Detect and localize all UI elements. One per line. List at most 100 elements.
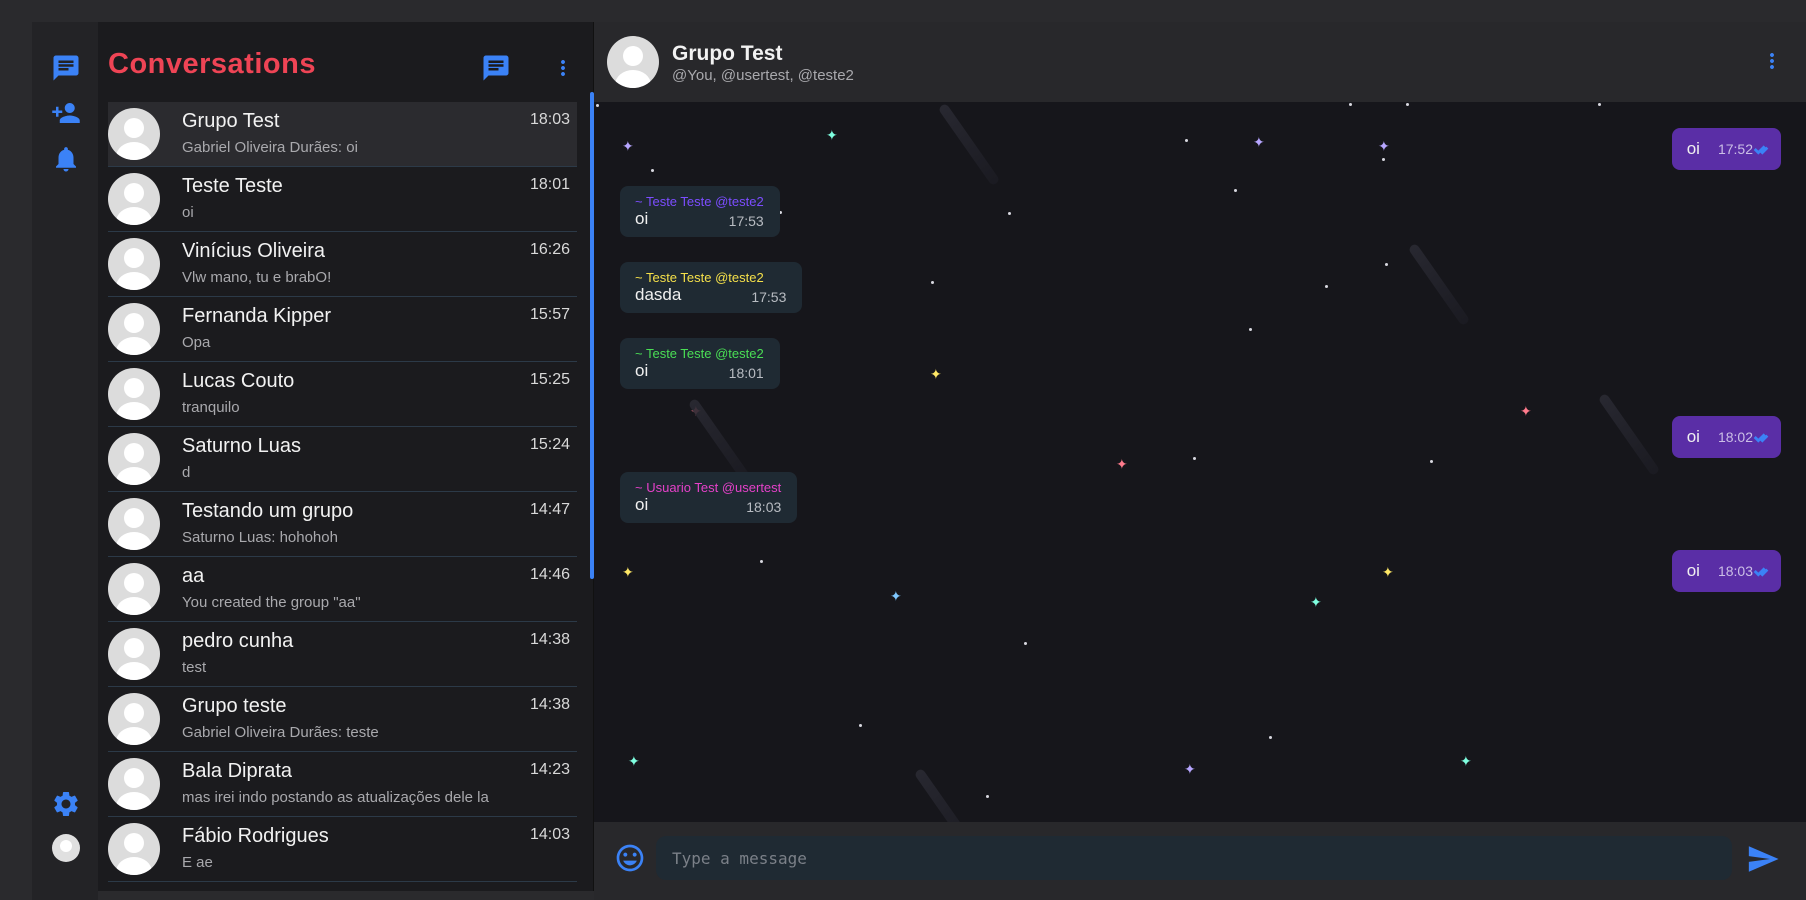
message-sender: ~ Teste Teste @teste2 xyxy=(635,270,764,285)
conversation-name: Lucas Couto xyxy=(182,370,295,392)
send-icon[interactable] xyxy=(1746,842,1780,876)
conversation-preview: tranquilo xyxy=(182,399,240,416)
read-receipt-icon xyxy=(1753,431,1769,443)
conversation-time: 18:03 xyxy=(529,111,570,128)
conversation-item[interactable]: Grupo Test Gabriel Oliveira Durães: oi 18:… xyxy=(108,102,577,167)
conversations-panel: Conversations Grupo Test Gabriel Oliveira… xyxy=(98,22,594,891)
conversation-avatar xyxy=(108,823,160,875)
message-time: 17:53 xyxy=(728,213,764,229)
message-text: oi xyxy=(1686,139,1700,158)
conversation-avatar xyxy=(108,303,160,355)
emoji-icon[interactable] xyxy=(614,842,646,874)
outgoing-message[interactable]: oi 17:52 xyxy=(1671,128,1781,170)
message-text: oi xyxy=(1686,561,1700,580)
conversation-name: aa xyxy=(182,565,205,587)
conversation-item[interactable]: Fábio Rodrigues E ae 14:03 xyxy=(108,817,577,882)
bell-icon[interactable] xyxy=(50,143,82,175)
conversations-title: Conversations xyxy=(108,48,316,80)
chat-more-options-icon[interactable] xyxy=(1760,46,1784,76)
conversation-name: Bala Diprata xyxy=(182,760,293,782)
message-composer xyxy=(594,822,1806,900)
conversation-avatar xyxy=(108,498,160,550)
message-text: oi xyxy=(635,495,649,514)
incoming-message[interactable]: ~ Teste Teste @teste2 oi 18:01 xyxy=(620,338,780,389)
message-area[interactable]: ✦✦✦✦✦✦✦✦✦✦✦✦✦✦✦ oi17:52~ Teste Teste @te… xyxy=(594,102,1806,822)
conversation-item[interactable]: Saturno Luas d 15:24 xyxy=(108,427,577,492)
conversation-time: 14:03 xyxy=(529,826,570,843)
outgoing-message[interactable]: oi 18:03 xyxy=(1671,550,1781,592)
message-text: oi xyxy=(635,209,649,228)
conversation-time: 14:23 xyxy=(529,761,570,778)
conversation-preview: Gabriel Oliveira Durães: oi xyxy=(182,139,358,156)
group-avatar[interactable] xyxy=(607,36,659,88)
conversation-item[interactable]: Grupo teste Gabriel Oliveira Durães: test… xyxy=(108,687,577,752)
conversation-preview: E ae xyxy=(182,854,213,871)
chat-icon[interactable] xyxy=(50,52,82,84)
message-time: 18:02 xyxy=(1717,429,1753,445)
user-avatar[interactable] xyxy=(52,834,80,862)
conversation-preview: oi xyxy=(182,204,194,221)
chat-title: Grupo Test xyxy=(672,42,783,65)
message-sender: ~ Usuario Test @usertest xyxy=(635,480,782,495)
conversation-name: Testando um grupo xyxy=(182,500,354,522)
conversation-item[interactable]: Bala Diprata mas irei indo postando as at… xyxy=(108,752,577,817)
conversation-avatar xyxy=(108,368,160,420)
message-input[interactable] xyxy=(656,836,1732,880)
conversation-avatar xyxy=(108,628,160,680)
conversation-time: 16:26 xyxy=(529,241,570,258)
message-text: oi xyxy=(635,361,649,380)
conversation-avatar xyxy=(108,758,160,810)
conversation-time: 14:47 xyxy=(529,501,570,518)
conversation-item[interactable]: Lucas Couto tranquilo 15:25 xyxy=(108,362,577,427)
read-receipt-icon xyxy=(1753,143,1769,155)
conversation-name: Fernanda Kipper xyxy=(182,305,331,327)
message-sender: ~ Teste Teste @teste2 xyxy=(635,346,764,361)
add-person-icon[interactable] xyxy=(50,97,82,129)
conversation-avatar xyxy=(108,693,160,745)
conversation-avatar xyxy=(108,238,160,290)
conversation-preview: d xyxy=(182,464,191,481)
conversation-preview: Gabriel Oliveira Durães: teste xyxy=(182,724,379,741)
gear-icon[interactable] xyxy=(50,788,82,820)
conversation-item[interactable]: aa You created the group "aa" 14:46 xyxy=(108,557,577,622)
conversation-item[interactable]: Fernanda Kipper Opa 15:57 xyxy=(108,297,577,362)
conversation-time: 14:38 xyxy=(529,696,570,713)
conversation-preview: Vlw mano, tu e brabO! xyxy=(182,269,332,286)
conversation-avatar xyxy=(108,108,160,160)
message-time: 18:01 xyxy=(728,365,764,381)
conversation-preview: mas irei indo postando as atualizações d… xyxy=(182,789,489,806)
conversation-preview: test xyxy=(182,659,207,676)
conversation-name: Vinícius Oliveira xyxy=(182,240,326,262)
conversation-name: Saturno Luas xyxy=(182,435,301,457)
conversation-item[interactable]: Vinícius Oliveira Vlw mano, tu e brabO! 16… xyxy=(108,232,577,297)
conversation-name: Grupo Test xyxy=(182,110,280,132)
conversation-time: 14:46 xyxy=(529,566,570,583)
conversation-item[interactable]: Testando um grupo Saturno Luas: hohohoh 14… xyxy=(108,492,577,557)
conversation-avatar xyxy=(108,173,160,225)
read-receipt-icon xyxy=(1753,565,1769,577)
conversation-name: pedro cunha xyxy=(182,630,294,652)
conversation-time: 15:25 xyxy=(529,371,570,388)
conversations-header: Conversations xyxy=(98,22,593,102)
chat-header: Grupo Test @You, @usertest, @teste2 xyxy=(594,22,1806,103)
incoming-message[interactable]: ~ Usuario Test @usertest oi 18:03 xyxy=(620,472,798,523)
new-chat-icon[interactable] xyxy=(480,52,512,84)
conversation-name: Teste Teste xyxy=(182,175,283,197)
conversation-item[interactable]: pedro cunha test 14:38 xyxy=(108,622,577,687)
message-time: 17:52 xyxy=(1717,141,1753,157)
incoming-message[interactable]: ~ Teste Teste @teste2 oi 17:53 xyxy=(620,186,780,237)
message-time: 18:03 xyxy=(1717,563,1753,579)
more-options-icon[interactable] xyxy=(551,53,575,83)
conversation-item[interactable]: Teste Teste oi 18:01 xyxy=(108,167,577,232)
chat-members: @You, @usertest, @teste2 xyxy=(672,67,854,84)
conversation-time: 15:57 xyxy=(529,306,570,323)
incoming-message[interactable]: ~ Teste Teste @teste2 dasda 17:53 xyxy=(620,262,803,313)
nav-rail xyxy=(32,22,98,900)
conversation-name: Grupo teste xyxy=(182,695,287,717)
message-time: 18:03 xyxy=(746,499,782,515)
conversation-time: 18:01 xyxy=(529,176,570,193)
message-text: oi xyxy=(1686,427,1700,446)
conversation-preview: Opa xyxy=(182,334,211,351)
conversation-preview: You created the group "aa" xyxy=(182,594,361,611)
outgoing-message[interactable]: oi 18:02 xyxy=(1671,416,1781,458)
